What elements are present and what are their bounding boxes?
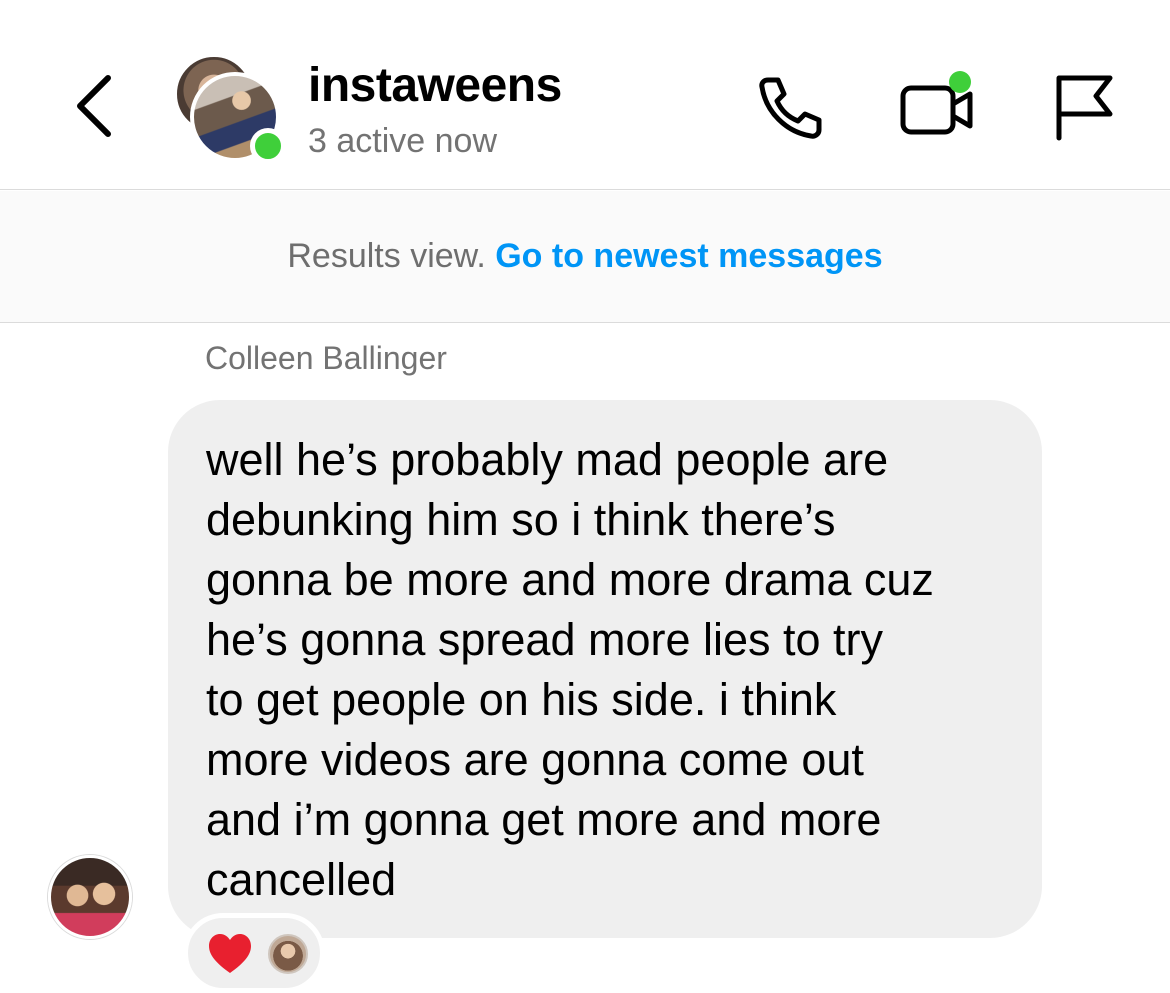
chevron-left-icon (77, 75, 111, 137)
chat-title[interactable]: instaweens (308, 58, 562, 113)
sender-name: Colleen Ballinger (205, 340, 447, 376)
chat-header: instaweens 3 active now (0, 0, 1170, 190)
heart-icon (209, 934, 251, 973)
message-bubble[interactable]: well he’s probably mad people are debunk… (168, 400, 1042, 938)
report-button[interactable] (1050, 72, 1116, 142)
reactor-avatar (268, 934, 308, 974)
results-view-label: Results view. (287, 237, 486, 275)
active-status: 3 active now (308, 122, 497, 160)
back-button[interactable] (70, 70, 120, 142)
audio-call-button[interactable] (754, 74, 826, 140)
phone-icon (759, 77, 822, 139)
flag-icon (1056, 75, 1113, 141)
reaction-pill[interactable] (183, 913, 325, 993)
sender-avatar[interactable] (48, 855, 132, 939)
group-avatar[interactable] (172, 52, 287, 164)
online-indicator (250, 128, 286, 164)
go-to-newest-link[interactable]: Go to newest messages (495, 237, 882, 275)
video-call-button[interactable] (898, 70, 978, 140)
video-camera-icon (900, 71, 973, 135)
results-view-banner: Results view. Go to newest messages (0, 191, 1170, 323)
